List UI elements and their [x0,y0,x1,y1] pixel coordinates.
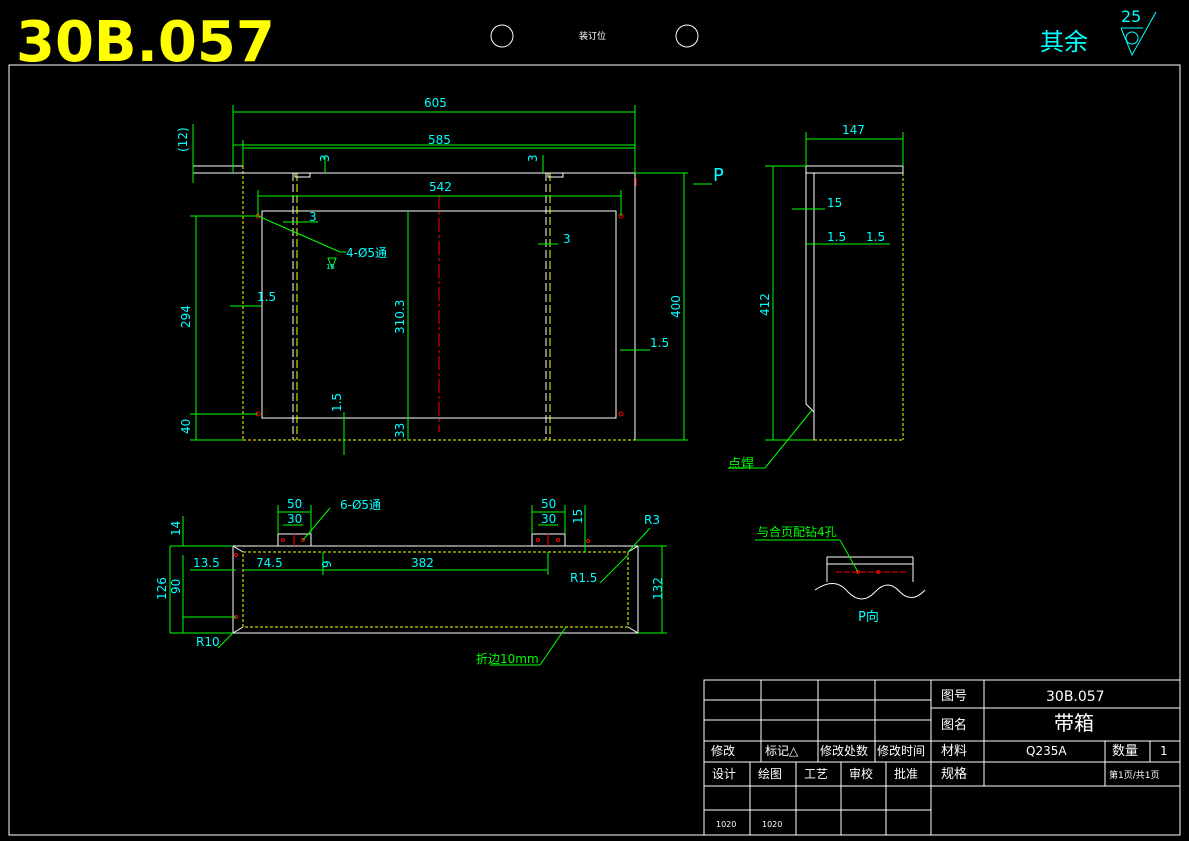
dim-1-5-a: 1.5 [827,230,846,244]
drawing-canvas: 30B.057 装订位 其余 25 605 585 542 (12) 3 3 3… [8,7,1181,836]
dim-15: 15 [827,196,842,210]
dim-3-b: 3 [526,154,540,162]
radius-r3: R3 [644,513,660,527]
dim-542: 542 [429,180,452,194]
cad-drawing-sheet: 30B.057 装订位 其余 25 605 585 542 (12) 3 3 3… [0,0,1189,841]
rev-header-0: 修改 [711,743,735,758]
qty-value: 1 [1160,744,1168,758]
page-indicator: 第1页/共1页 [1109,769,1160,781]
sign-value-design: 1020 [716,820,736,829]
dim-9: 9 [320,560,334,568]
dim-50-a: 50 [287,497,302,511]
side-view [805,165,904,441]
dim-400: 400 [669,295,683,318]
dim-126: 126 [155,577,169,600]
sign-header-3: 审校 [849,766,873,781]
drawing-no-label: 图号 [941,689,967,704]
spot-weld-note: 点焊 [728,456,754,472]
drawing-no-value: 30B.057 [1046,689,1105,705]
roughness-value: 25 [1121,7,1141,26]
name-label: 图名 [941,717,967,733]
binding-label: 装订位 [579,30,606,42]
radius-r1-5: R1.5 [570,571,597,585]
dim-30-a: 30 [287,512,302,526]
front-view [193,105,637,441]
view-p-marker: P [713,165,724,186]
rev-header-2: 修改处数 [820,743,868,758]
sign-header-4: 批准 [894,766,918,781]
qty-label: 数量 [1112,744,1138,759]
drawing-code-title: 30B.057 [16,10,275,75]
p-view-drill-note: 与合页配钻4孔 [757,524,837,539]
p-view-label: P向 [858,609,879,625]
material-label: 材料 [941,744,967,759]
dim-382: 382 [411,556,434,570]
dim-605: 605 [424,96,447,110]
dim-13-5: 13.5 [193,556,220,570]
dim-30-b: 30 [541,512,556,526]
front-hole-note: 4-Ø5通 [346,246,387,260]
rev-header-3: 修改时间 [877,743,925,758]
p-view [755,539,926,600]
dim-14: 14 [169,521,183,536]
rev-header-1: 标记△ [765,744,799,758]
dim-1-5-left: 1.5 [257,290,276,304]
dim-50-b: 50 [541,497,556,511]
name-value: 带箱 [1054,711,1094,735]
binding-hole-right [675,24,699,48]
sign-value-draw: 1020 [762,820,782,829]
sign-header-2: 工艺 [804,767,828,781]
hole-mark: 15 [326,263,335,271]
sign-header-0: 设计 [712,767,736,781]
dim-294: 294 [179,305,193,328]
dim-74-5: 74.5 [256,556,283,570]
dim-33: 33 [393,423,407,438]
dim-1-5-right: 1.5 [650,336,669,350]
dim-3-a: 3 [318,154,332,162]
spec-label: 规格 [941,766,967,782]
dim-1-5-bottom: 1.5 [330,393,344,412]
sign-header-1: 绘图 [758,766,782,781]
dim-3-c: 3 [309,210,317,224]
binding-hole-left [490,24,514,48]
sheet-border [8,64,1181,836]
dim-310-3: 310.3 [393,300,407,334]
dim-585: 585 [428,133,451,147]
dim-40: 40 [179,419,193,434]
dim-15-top: 15 [571,509,585,524]
material-value: Q235A [1026,744,1067,758]
dim-412: 412 [758,293,772,316]
roughness-label: 其余 [1040,28,1088,56]
dim-3-d: 3 [563,232,571,246]
dim-132: 132 [651,577,665,600]
dim-147: 147 [842,123,865,137]
top-view-dimensions [169,505,667,666]
dim-12: (12) [176,127,190,152]
dim-90: 90 [169,579,183,594]
radius-r10: R10 [196,635,220,649]
fold-edge-note: 折边10mm [476,651,539,666]
side-view-dimensions [728,132,904,469]
top-hole-note: 6-Ø5通 [340,498,381,512]
dim-1-5-b: 1.5 [866,230,885,244]
front-view-dimensions [190,111,712,455]
